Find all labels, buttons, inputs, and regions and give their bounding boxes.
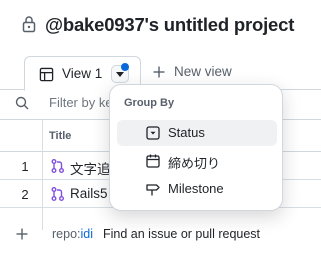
tab-view-1-label: View 1 bbox=[62, 66, 103, 81]
menu-item-status[interactable]: Status bbox=[117, 120, 277, 146]
column-header-title[interactable]: Title bbox=[49, 130, 71, 142]
menu-item-label: 締め切り bbox=[168, 156, 221, 171]
group-by-heading: Group By bbox=[124, 97, 175, 109]
row-title[interactable]: 文字追 bbox=[70, 158, 111, 178]
menu-item-milestone[interactable]: Milestone bbox=[117, 176, 277, 202]
repo-selector[interactable]: repo:idi bbox=[52, 227, 93, 241]
add-item-input[interactable]: Find an issue or pull request bbox=[103, 227, 260, 241]
plus-icon[interactable] bbox=[16, 228, 28, 240]
lock-icon bbox=[22, 16, 36, 33]
new-view-label: New view bbox=[174, 64, 232, 79]
repo-prefix: repo: bbox=[52, 227, 81, 241]
row-number: 1 bbox=[21, 159, 29, 174]
project-header: @bake0937's untitled project bbox=[0, 0, 321, 50]
row-title[interactable]: Rails5 bbox=[70, 186, 108, 201]
milestone-icon bbox=[146, 184, 160, 196]
project-title[interactable]: @bake0937's untitled project bbox=[45, 14, 294, 36]
table-icon bbox=[39, 67, 54, 82]
add-item-row[interactable]: repo:idi Find an issue or pull request bbox=[0, 221, 321, 247]
triangle-down-icon bbox=[116, 72, 124, 77]
unsaved-changes-dot bbox=[121, 63, 129, 71]
menu-item-deadline[interactable]: 締め切り bbox=[117, 148, 277, 174]
menu-item-label: Milestone bbox=[168, 181, 224, 196]
git-pull-request-icon bbox=[51, 187, 64, 201]
group-by-menu: Group By Status 締め切り Milestone bbox=[109, 84, 283, 211]
menu-item-label: Status bbox=[168, 125, 205, 140]
repo-name: idi bbox=[80, 227, 94, 241]
single-select-icon bbox=[146, 126, 160, 140]
filter-icon bbox=[15, 96, 29, 110]
plus-icon bbox=[153, 66, 165, 78]
git-pull-request-icon bbox=[51, 159, 64, 173]
row-number: 2 bbox=[21, 187, 29, 202]
calendar-icon bbox=[146, 154, 160, 168]
